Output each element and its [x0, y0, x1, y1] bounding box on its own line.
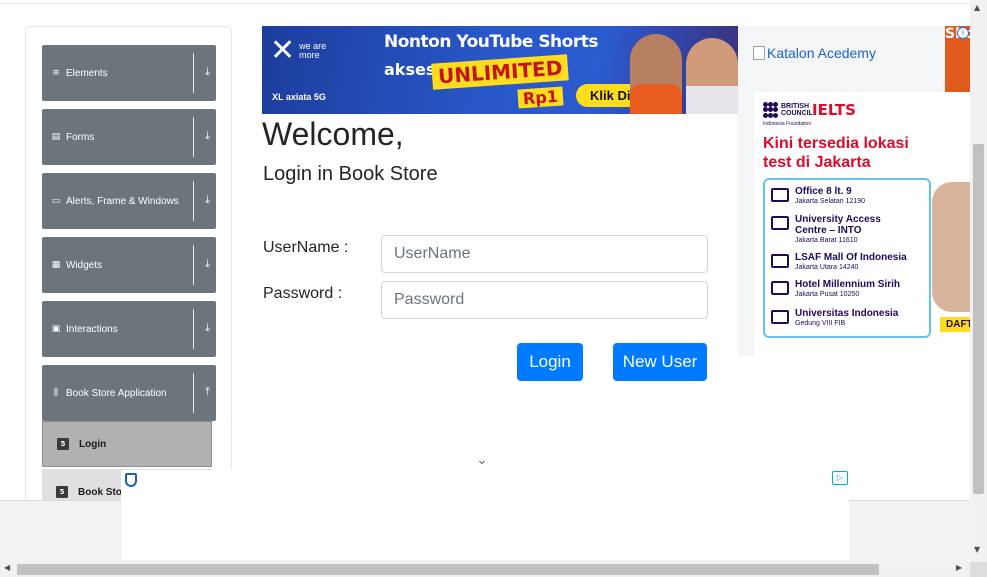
shield-icon: [125, 473, 137, 487]
location-area: Jakarta Utara 14240: [795, 264, 859, 271]
location-list: Office 8 lt. 9 Jakarta Selatan 12190 Univ…: [763, 178, 931, 338]
sidebar-item-label: Book Stor: [78, 486, 126, 498]
download-arrow-icon: ⤓: [205, 257, 210, 270]
scroll-left-icon[interactable]: ◀: [4, 563, 10, 572]
document-icon: [771, 281, 789, 295]
horizontal-scrollbar[interactable]: ◀ ▶: [0, 562, 970, 577]
group-header-elements[interactable]: ≡ Elements ⤓: [42, 45, 216, 101]
xl-slogan: we are more: [299, 40, 327, 60]
banner-ad[interactable]: ✕ we are more Nonton YouTube Shorts akse…: [262, 26, 738, 114]
scroll-down-icon[interactable]: ▼: [974, 545, 980, 554]
upload-arrow-icon: ⤒: [205, 385, 210, 398]
divider: [193, 53, 194, 93]
group-header-forms[interactable]: ▤ Forms ⤓: [42, 109, 216, 165]
html5-icon: 5: [56, 486, 68, 498]
divider: [193, 309, 194, 349]
xl-logo: ✕ we are more: [270, 33, 335, 68]
left-panel: ≡ Elements ⤓ ▤ Forms ⤓ ▭ Alerts, Frame &…: [25, 26, 232, 506]
page-subtitle: Login in Book Store: [263, 163, 438, 185]
katalon-ad-link[interactable]: Katalon Acedemy: [753, 45, 876, 61]
password-label: Password :: [263, 285, 343, 302]
scroll-up-icon[interactable]: ▲: [974, 3, 980, 12]
ielts-foundation: Indonesia Foundation: [763, 121, 812, 127]
banner-akses: akses: [384, 60, 436, 79]
download-arrow-icon: ⤓: [205, 65, 210, 78]
ielts-ad[interactable]: BRITISH COUNCIL IELTS Indonesia Foundati…: [754, 92, 970, 356]
interactions-icon: ▣: [51, 324, 61, 334]
login-button[interactable]: Login: [517, 343, 583, 381]
location-item: Hotel Millennium Sirih Jakarta Pusat 1025…: [771, 279, 900, 299]
group-header-book-store[interactable]: ⫼ Book Store Application ⤒: [42, 365, 216, 421]
ad-person-image: [932, 182, 970, 312]
katalon-ad-alt-text: Katalon Acedemy: [767, 45, 876, 61]
group-header-interactions[interactable]: ▣ Interactions ⤓: [42, 301, 216, 357]
location-item: University Access Centre – INTO Jakarta B…: [771, 214, 915, 245]
location-name: Office 8 lt. 9: [795, 186, 852, 197]
british-council-logo-icon: [763, 102, 779, 118]
xl-x-icon: ✕: [270, 33, 296, 68]
html5-icon: 5: [57, 438, 69, 450]
divider: [193, 117, 194, 157]
window-icon: ▭: [51, 196, 61, 206]
side-ad[interactable]: Katalon Acedemy Shor i BRITISH COUNCIL I…: [738, 26, 970, 356]
banner-price: Rp1: [517, 86, 564, 109]
sidebar-item-label: Login: [79, 438, 107, 450]
banner-person-image: [686, 38, 738, 114]
form-icon: ▤: [51, 132, 61, 142]
top-edge: [0, 0, 970, 4]
banner-headline: Nonton YouTube Shorts: [384, 32, 598, 52]
scroll-thumb[interactable]: [973, 144, 984, 494]
location-name: Universitas Indonesia: [795, 308, 899, 319]
chevron-down-icon[interactable]: ⌄: [476, 452, 488, 468]
download-arrow-icon: ⤓: [205, 129, 210, 142]
list-icon: ≡: [52, 68, 60, 78]
scrollbar-corner: [970, 562, 987, 577]
widgets-icon: ▦: [51, 260, 61, 270]
new-user-button[interactable]: New User: [613, 343, 707, 381]
vertical-scrollbar[interactable]: ▲ ▼: [970, 0, 987, 562]
page: ≡ Elements ⤓ ▤ Forms ⤓ ▭ Alerts, Frame &…: [0, 0, 987, 577]
british-council-text: BRITISH COUNCIL: [781, 103, 813, 117]
ielts-tagline: Kini tersedia lokasi test di Jakarta: [763, 135, 909, 171]
divider: [193, 245, 194, 285]
location-item: Office 8 lt. 9 Jakarta Selatan 12190: [771, 186, 865, 206]
location-name: LSAF Mall Of Indonesia: [795, 252, 907, 263]
location-area: Jakarta Pusat 10250: [795, 291, 860, 298]
location-area: Jakarta Barat 11610: [795, 237, 858, 244]
location-item: LSAF Mall Of Indonesia Jakarta Utara 1424…: [771, 252, 907, 272]
group-header-widgets[interactable]: ▦ Widgets ⤓: [42, 237, 216, 293]
daftar-button[interactable]: DAFTAR: [940, 317, 970, 332]
computer-icon: [771, 310, 789, 324]
computer-icon: [771, 216, 789, 230]
divider: [193, 373, 194, 413]
banner-person-image: [630, 34, 682, 114]
username-input[interactable]: [381, 235, 708, 273]
bookshelf-icon: ⫼: [53, 388, 59, 398]
banner-operator: XL axiata 5G: [272, 92, 326, 102]
download-arrow-icon: ⤓: [205, 321, 210, 334]
sidebar-item-login[interactable]: 5 Login: [42, 421, 212, 467]
ad-info-icon[interactable]: i: [957, 27, 969, 39]
group-header-alerts[interactable]: ▭ Alerts, Frame & Windows ⤓: [42, 173, 216, 229]
ielts-header: BRITISH COUNCIL IELTS: [763, 101, 856, 119]
adchoices-icon[interactable]: ▷: [832, 471, 848, 485]
location-item: Universitas Indonesia Gedung VIII FIB: [771, 308, 898, 328]
location-area: Gedung VIII FIB: [795, 320, 846, 327]
computer-icon: [771, 254, 789, 268]
scroll-thumb[interactable]: [17, 564, 879, 575]
ielts-logo-text: IELTS: [812, 101, 856, 119]
bottom-ad[interactable]: [121, 470, 849, 560]
broken-image-icon: [753, 46, 765, 60]
location-name: Hotel Millennium Sirih: [795, 279, 901, 290]
location-name: University Access Centre – INTO: [795, 214, 881, 236]
computer-icon: [771, 188, 789, 202]
password-input[interactable]: [381, 281, 708, 319]
scroll-right-icon[interactable]: ▶: [956, 563, 962, 572]
location-area: Jakarta Selatan 12190: [795, 198, 866, 205]
divider: [193, 181, 194, 221]
download-arrow-icon: ⤓: [205, 193, 210, 206]
username-label: UserName :: [263, 239, 349, 256]
page-title: Welcome,: [262, 116, 404, 152]
